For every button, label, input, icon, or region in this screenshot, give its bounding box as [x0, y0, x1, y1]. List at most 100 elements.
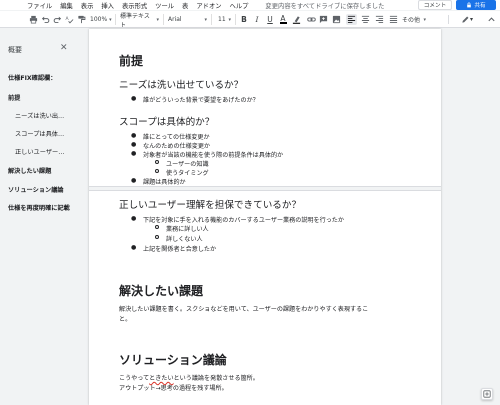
outline-item[interactable]: ソリューション議論 — [8, 185, 76, 194]
collapse-toolbar-button[interactable] — [486, 14, 496, 25]
align-right-button[interactable] — [374, 14, 385, 25]
align-left-icon — [347, 15, 356, 24]
chevron-up-icon — [487, 17, 495, 22]
paint-format-button[interactable] — [76, 14, 87, 25]
bullet-icon: ● — [131, 244, 137, 251]
insert-image-button[interactable] — [331, 14, 341, 25]
list-item: 対象者が当該の機能を使う際の前提条件は具体的か — [143, 152, 284, 159]
redo-button[interactable] — [52, 14, 63, 25]
outline-item[interactable]: スコープは具体的か？ — [15, 129, 67, 138]
spellcheck-button[interactable]: A — [64, 14, 75, 25]
text-color-button[interactable]: A — [278, 14, 288, 25]
lock-icon — [467, 2, 472, 8]
align-center-button[interactable] — [360, 14, 371, 25]
share-button[interactable]: 共有 — [456, 0, 496, 10]
outline-item[interactable]: 前提 — [8, 93, 76, 102]
sub-bullet-icon — [155, 160, 159, 164]
bullet-icon: ● — [131, 150, 137, 157]
heading-user-understanding: 正しいユーザー理解を担保できているか？ — [119, 200, 302, 211]
outline-item[interactable]: 仕様を再度明確に記載 — [8, 203, 76, 212]
insert-link-button[interactable] — [306, 14, 316, 25]
list-item: 誰がどういった背景で要望をあげたのか？ — [143, 97, 259, 104]
spellcheck-icon: A — [65, 16, 74, 24]
bullet-icon: ● — [131, 132, 137, 139]
font-select[interactable]: Arial ▾ — [168, 14, 212, 25]
zoom-select[interactable]: 100% ▾ — [90, 14, 116, 25]
highlight-color-button[interactable] — [291, 14, 301, 25]
chevron-down-icon: ▾ — [109, 16, 112, 23]
align-right-icon — [375, 15, 384, 24]
pencil-icon — [462, 16, 469, 23]
paint-format-icon — [78, 15, 86, 24]
style-select[interactable]: 標準テキスト ▾ — [120, 13, 164, 29]
explore-icon — [483, 390, 491, 398]
paragraph: こうやってときたいという議論を発散させる箇所。 — [119, 373, 259, 382]
text-run: こうやって — [119, 375, 150, 382]
align-justify-icon — [389, 15, 398, 24]
link-icon — [306, 17, 316, 22]
list-item: 業務に詳しい人 — [166, 226, 209, 233]
outline-item[interactable]: 解決したい課題 — [8, 166, 76, 175]
bullet-icon: ● — [131, 95, 137, 102]
outline-item[interactable]: 正しいユーザー理解を担保できているか？ — [15, 147, 67, 156]
redo-icon — [53, 16, 62, 24]
list-item: 誰にとっての仕様変更か — [143, 134, 210, 141]
sub-bullet-icon — [155, 169, 159, 173]
more-tools-menu[interactable]: その他 ▾ — [402, 14, 430, 25]
image-icon — [332, 15, 340, 24]
editing-mode-button[interactable]: ▾ — [458, 14, 476, 25]
outline-item[interactable]: ニーズは洗い出せているか？ — [15, 111, 67, 120]
menu-table[interactable]: 表 — [182, 1, 188, 10]
chevron-down-icon: ▾ — [423, 16, 426, 23]
menu-format[interactable]: 表示形式 — [122, 1, 147, 10]
heading-scope: スコープは具体的か？ — [119, 117, 215, 128]
sub-bullet-icon — [155, 235, 159, 239]
list-item: 下記を対象に手を入れる機能のカバーするユーザー業務の説明を行ったか — [143, 217, 344, 224]
insert-comment-button[interactable] — [318, 14, 328, 25]
undo-button[interactable] — [40, 14, 51, 25]
highlighter-icon — [292, 16, 300, 24]
paragraph: アウトプット→思考の過程を残す場所。 — [119, 385, 228, 392]
italic-button[interactable]: I — [252, 14, 262, 25]
menu-file[interactable]: ファイル — [27, 1, 52, 10]
misspelled-word[interactable]: ときたい — [149, 375, 173, 382]
chevron-down-icon: ▾ — [204, 16, 207, 23]
outline-item[interactable]: 仕様FIX確認欄： — [8, 73, 76, 82]
menu-edit[interactable]: 編集 — [60, 1, 73, 10]
text-run: という議論を発散させる箇所。 — [173, 375, 259, 382]
bold-button[interactable]: B — [239, 14, 249, 25]
sub-bullet-icon — [155, 225, 159, 229]
svg-text:A: A — [65, 16, 69, 22]
more-tools-label: その他 — [402, 17, 421, 24]
save-status[interactable]: 変更内容をすべてドライブに保存しました — [265, 1, 384, 10]
share-label: 共有 — [474, 3, 486, 9]
bullet-icon: ● — [131, 177, 137, 184]
list-item: 使うタイミング — [166, 170, 209, 177]
page-break — [89, 186, 441, 191]
italic-icon: I — [255, 15, 259, 24]
explore-button[interactable] — [481, 388, 493, 400]
list-item: 上記を関係者と合意したか — [143, 246, 217, 253]
bold-icon: B — [241, 15, 247, 24]
align-center-icon — [361, 15, 370, 24]
menu-tools[interactable]: ツール — [155, 1, 174, 10]
close-icon[interactable]: ✕ — [60, 43, 68, 53]
menu-view[interactable]: 表示 — [81, 1, 94, 10]
align-justify-button[interactable] — [388, 14, 399, 25]
underline-button[interactable]: U — [265, 14, 275, 25]
print-button[interactable] — [28, 14, 39, 25]
bullet-icon: ● — [131, 141, 137, 148]
menu-help[interactable]: ヘルプ — [230, 1, 249, 10]
document-page[interactable]: 前提 ニーズは洗い出せているか？ ● 誰がどういった背景で要望をあげたのか？ ス… — [89, 29, 441, 405]
menu-insert[interactable]: 挿入 — [101, 1, 114, 10]
menu-addons[interactable]: アドオン — [196, 1, 221, 10]
list-item: なんのための仕様変更か — [143, 143, 211, 150]
align-left-button[interactable] — [346, 14, 357, 25]
font-value: Arial — [168, 16, 182, 23]
comment-button[interactable]: コメント — [418, 0, 452, 10]
font-size-select[interactable]: 11 ▾ — [218, 14, 236, 25]
text-color-icon: A — [280, 14, 286, 24]
toolbar: A 100% ▾ 標準テキスト ▾ Arial ▾ 11 ▾ B I U A そ… — [0, 11, 500, 29]
heading-premise: 前提 — [119, 54, 144, 68]
chevron-down-icon: ▾ — [228, 16, 231, 23]
